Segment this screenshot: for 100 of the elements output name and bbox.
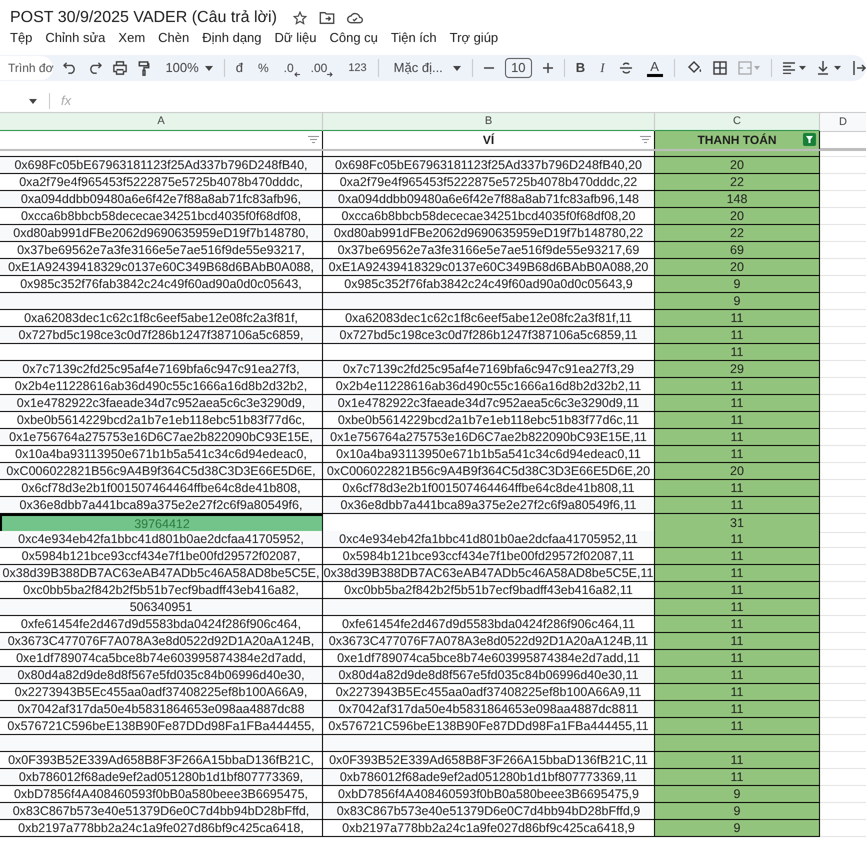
filter-icon[interactable]: [640, 136, 651, 143]
strikethrough-icon[interactable]: [620, 62, 632, 74]
table-cell[interactable]: [323, 293, 655, 310]
menu-item[interactable]: Công cụ: [329, 28, 378, 48]
table-cell[interactable]: 11: [655, 446, 820, 463]
table-cell[interactable]: 0xe1df789074ca5bce8b74e603995874384e2d7add,11: [323, 650, 655, 667]
table-cell[interactable]: 0x985c352f76fab3842c24c49f60ad90a0d0c05643,: [0, 276, 323, 293]
table-cell[interactable]: 0xe1df789074ca5bce8b74e603995874384e2d7add,: [0, 650, 323, 667]
table-cell[interactable]: 0x37be69562e7a3fe3166e5e7ae516f9de55e93217,: [0, 242, 323, 259]
align-left-icon[interactable]: [782, 62, 807, 74]
table-cell[interactable]: 0x1e4782922c3faeade34d7c952aea5c6c3e3290d9,: [0, 395, 323, 412]
table-cell[interactable]: [323, 344, 655, 361]
menu-item[interactable]: Chỉnh sửa: [45, 28, 106, 48]
menu-item[interactable]: Chèn: [158, 28, 190, 48]
menu-item[interactable]: Tiện ích: [390, 28, 437, 48]
table-cell[interactable]: 0x7c7139c2fd25c95af4e7169bfa6c947c91ea27f3,29: [323, 361, 655, 378]
zoom-dropdown[interactable]: 100%: [165, 58, 213, 78]
table-cell[interactable]: 11: [655, 752, 820, 769]
star-icon[interactable]: [292, 11, 307, 25]
table-cell[interactable]: 11: [655, 378, 820, 395]
table-cell[interactable]: 11: [655, 412, 820, 429]
table-cell[interactable]: 0xfe61454fe2d467d9d5583bda0424f286f906c464,11: [323, 616, 655, 633]
table-cell[interactable]: 11: [655, 497, 820, 514]
table-cell[interactable]: 69: [655, 242, 820, 259]
table-cell[interactable]: 11: [655, 310, 820, 327]
bold-button[interactable]: B: [576, 58, 586, 78]
table-cell[interactable]: 20: [655, 208, 820, 225]
table-cell[interactable]: 0xbD7856f4A408460593f0bB0a580beee3B6695475,9: [323, 786, 655, 803]
table-cell[interactable]: 0xE1A92439418329c0137e60C349B68d6BAbB0A088,20: [323, 259, 655, 276]
table-cell[interactable]: 0xc0bb5ba2f842b2f5b51b7ecf9badff43eb416a82,: [0, 582, 323, 599]
table-cell[interactable]: 0xcca6b8bbcb58dececae34251bcd4035f0f68df08,: [0, 208, 323, 225]
table-cell[interactable]: 0xbe0b5614229bcd2a1b7e1eb118ebc51b83f77d6c,11: [323, 412, 655, 429]
decrease-decimal-button[interactable]: .0: [284, 59, 300, 77]
table-cell[interactable]: 11: [655, 480, 820, 497]
table-cell[interactable]: 0xcca6b8bbcb58dececae34251bcd4035f0f68df08,20: [323, 208, 655, 225]
table-cell[interactable]: 9: [655, 820, 820, 837]
table-cell[interactable]: 0xb786012f68ade9ef2ad051280b1d1bf807773369,: [0, 769, 323, 786]
cloud-icon[interactable]: [346, 12, 363, 24]
document-title[interactable]: POST 30/9/2025 VADER (Câu trả lời): [10, 6, 277, 30]
table-cell[interactable]: 0x5984b121bce93ccf434e7f1be00fd29572f02087,: [0, 548, 323, 565]
merge-cells-icon[interactable]: [738, 61, 760, 75]
font-dropdown[interactable]: Mặc đị...: [394, 58, 461, 78]
table-cell[interactable]: 0x38d39B388DB7AC63eAB47ADb5c46A58AD8be5C5E,11: [323, 565, 655, 582]
table-cell[interactable]: 0xb2197a778bb2a24c1a9fe027d86bf9c425ca6418,: [0, 820, 323, 837]
table-cell[interactable]: 0x698Fc05bE67963181123f25Ad337b796D248fB40,20: [323, 157, 655, 174]
table-cell[interactable]: 11: [655, 684, 820, 701]
table-cell[interactable]: 0x83C867b573e40e51379D6e0C7d4bb94bD28bFffd,: [0, 803, 323, 820]
table-cell[interactable]: 22: [655, 174, 820, 191]
table-cell[interactable]: [323, 599, 655, 616]
font-size-field[interactable]: 10: [504, 58, 532, 78]
column-header[interactable]: D: [820, 113, 866, 132]
table-cell[interactable]: 9: [655, 276, 820, 293]
table-cell[interactable]: [655, 735, 820, 752]
print-icon[interactable]: [113, 61, 128, 75]
vertical-align-icon[interactable]: [818, 61, 842, 75]
table-cell[interactable]: 0x5984b121bce93ccf434e7f1be00fd29572f02087,11: [323, 548, 655, 565]
menu-item[interactable]: Dữ liệu: [274, 28, 316, 48]
menu-search-field[interactable]: Trình đơ: [0, 56, 54, 80]
caret-icon[interactable]: [29, 98, 37, 104]
table-cell[interactable]: [323, 735, 655, 752]
filter-icon[interactable]: [803, 133, 816, 146]
table-cell[interactable]: 0xa094ddbb09480a6e6f42e7f88a8ab71fc83afb96,: [0, 191, 323, 208]
table-cell[interactable]: 0x576721C596beE138B90Fe87DDd98Fa1FBa444455,: [0, 718, 323, 735]
table-cell[interactable]: 0x7042af317da50e4b5831864653e098aa4887dc88: [0, 701, 323, 718]
text-color-button[interactable]: A: [646, 60, 663, 76]
table-cell[interactable]: 0x6cf78d3e2b1f001507464464ffbe64c8de41b808,11: [323, 480, 655, 497]
table-cell[interactable]: 9: [655, 293, 820, 310]
table-cell[interactable]: 0xa62083dec1c62c1f8c6eef5abe12e08fc2a3f81f,11: [323, 310, 655, 327]
table-cell[interactable]: 0xa094ddbb09480a6e6f42e7f88a8ab71fc83afb96,148: [323, 191, 655, 208]
table-cell[interactable]: 0xd80ab991dFBe2062d9690635959eD19f7b148780,22: [323, 225, 655, 242]
table-cell[interactable]: 11: [655, 718, 820, 735]
table-cell[interactable]: 0x985c352f76fab3842c24c49f60ad90a0d0c05643,9: [323, 276, 655, 293]
menu-item[interactable]: Tệp: [10, 28, 32, 48]
undo-icon[interactable]: [63, 62, 78, 74]
table-cell[interactable]: 0x36e8dbb7a441bca89a375e2e27f2c6f9a80549f6,: [0, 497, 323, 514]
table-cell[interactable]: 20: [655, 463, 820, 480]
table-cell[interactable]: 0x2b4e11228616ab36d490c55c1666a16d8b2d32b2,: [0, 378, 323, 395]
table-cell[interactable]: 0xb2197a778bb2a24c1a9fe027d86bf9c425ca6418,9: [323, 820, 655, 837]
table-cell[interactable]: 0x2b4e11228616ab36d490c55c1666a16d8b2d32b2,11: [323, 378, 655, 395]
table-cell[interactable]: 11: [655, 565, 820, 582]
menu-item[interactable]: Xem: [118, 28, 146, 48]
table-cell[interactable]: 0xfe61454fe2d467d9d5583bda0424f286f906c464,: [0, 616, 323, 633]
table-cell[interactable]: 0x1e756764a275753e16D6C7ae2b822090bC93E15E,: [0, 429, 323, 446]
table-cell[interactable]: 0x0F393B52E339Ad658B8F3F266A15bbaD136fB21C,11: [323, 752, 655, 769]
table-cell[interactable]: [0, 735, 323, 752]
paint-bucket-icon[interactable]: [686, 60, 702, 76]
table-cell[interactable]: 20: [655, 259, 820, 276]
percent-format-button[interactable]: %: [258, 59, 269, 77]
table-cell[interactable]: 0xc4e934eb42fa1bbc41d801b0ae2dcfaa41705952,: [0, 531, 323, 548]
table-cell[interactable]: 0x727bd5c198ce3c0d7f286b1247f387106a5c6859,11: [323, 327, 655, 344]
table-cell[interactable]: 22: [655, 225, 820, 242]
table-cell[interactable]: 0x2273943B5Ec455aa0adf37408225ef8b100A66A9,11: [323, 684, 655, 701]
table-cell[interactable]: 0x0F393B52E339Ad658B8F3F266A15bbaD136fB21C,: [0, 752, 323, 769]
table-cell[interactable]: 11: [655, 667, 820, 684]
table-cell[interactable]: 0x83C867b573e40e51379D6e0C7d4bb94bD28bFffd,9: [323, 803, 655, 820]
currency-format-button[interactable]: đ: [236, 58, 243, 78]
table-cell[interactable]: 0xa62083dec1c62c1f8c6eef5abe12e08fc2a3f81f,: [0, 310, 323, 327]
table-cell[interactable]: 11: [655, 633, 820, 650]
table-cell[interactable]: 0x2273943B5Ec455aa0adf37408225ef8b100A66A9,: [0, 684, 323, 701]
table-cell[interactable]: 0xC006022821B56c9A4B9f364C5d38C3D3E66E5D6E,: [0, 463, 323, 480]
